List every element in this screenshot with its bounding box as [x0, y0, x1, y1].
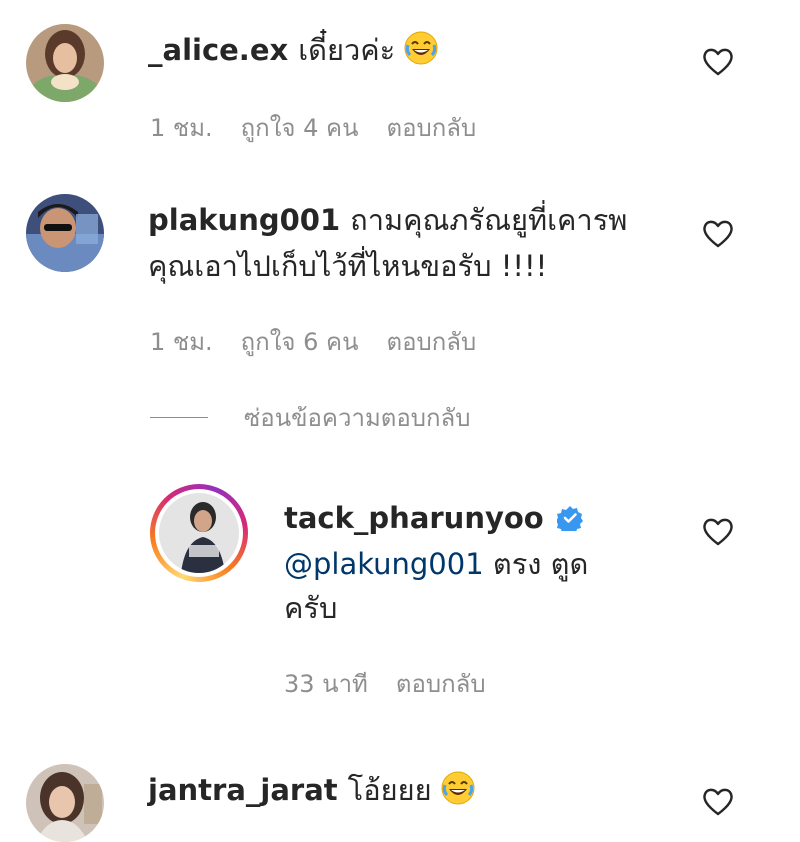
heart-icon[interactable]	[702, 46, 734, 76]
reply-meta: 33 นาที ตอบกลับ	[284, 664, 486, 703]
verified-badge-icon	[556, 506, 583, 531]
avatar-tack	[159, 493, 239, 573]
reply-button[interactable]: ตอบกลับ	[396, 664, 486, 703]
reply-text-line1: @plakung001 ตรง ตูด	[284, 542, 588, 586]
laughing-emoji	[404, 31, 438, 65]
heart-icon[interactable]	[702, 516, 734, 546]
comment-time: 1 ชม.	[150, 328, 213, 356]
mention-link[interactable]: @plakung001	[284, 547, 484, 581]
reply-body-line2: ครับ	[284, 591, 338, 625]
reply-text-line2: ครับ	[284, 586, 337, 630]
laughing-emoji	[441, 771, 475, 805]
divider-line	[150, 417, 208, 418]
username[interactable]: jantra_jarat	[148, 773, 338, 807]
avatar-jantra[interactable]	[26, 764, 104, 842]
comment-meta: 1 ชม. ถูกใจ 6 คน ตอบกลับ	[150, 322, 476, 361]
username[interactable]: tack_pharunyoo	[284, 501, 544, 535]
reply-button[interactable]: ตอบกลับ	[386, 108, 476, 147]
hide-replies-label: ซ่อนข้อความตอบกลับ	[244, 404, 471, 432]
comment-time: 1 ชม.	[150, 114, 213, 142]
username[interactable]: plakung001	[148, 203, 340, 237]
story-ring[interactable]	[150, 484, 248, 582]
comment-text: jantra_jarat โอ้ยยย	[148, 768, 475, 812]
reply-body-line1: ตรง ตูด	[492, 547, 589, 581]
comment-body-line2: คุณเอาไปเก็บไว้ที่ไหนขอรับ !!!!	[148, 249, 548, 283]
comment-body: เดี๋ยวค่ะ	[298, 33, 396, 67]
reply-button[interactable]: ตอบกลับ	[386, 322, 476, 361]
heart-icon[interactable]	[702, 218, 734, 248]
comment-text-line2: คุณเอาไปเก็บไว้ที่ไหนขอรับ !!!!	[148, 244, 547, 288]
like-count[interactable]: ถูกใจ 6 คน	[241, 322, 359, 361]
avatar-alice[interactable]	[26, 24, 104, 102]
comment-body: โอ้ยยย	[347, 773, 432, 807]
heart-icon[interactable]	[702, 786, 734, 816]
comment-text: _alice.ex เดี๋ยวค่ะ	[148, 28, 438, 72]
reply-text: tack_pharunyoo	[284, 496, 583, 540]
comment-body-line1: ถามคุณภรัณยูที่เคารพ	[350, 203, 628, 237]
avatar-plakung[interactable]	[26, 194, 104, 272]
hide-replies-button[interactable]: ซ่อนข้อความตอบกลับ	[150, 398, 470, 437]
username[interactable]: _alice.ex	[148, 33, 288, 67]
comment-meta: 1 ชม. ถูกใจ 4 คน ตอบกลับ	[150, 108, 476, 147]
like-count[interactable]: ถูกใจ 4 คน	[241, 108, 359, 147]
reply-time: 33 นาที	[284, 670, 368, 698]
comment-text: plakung001 ถามคุณภรัณยูที่เคารพ	[148, 198, 627, 242]
